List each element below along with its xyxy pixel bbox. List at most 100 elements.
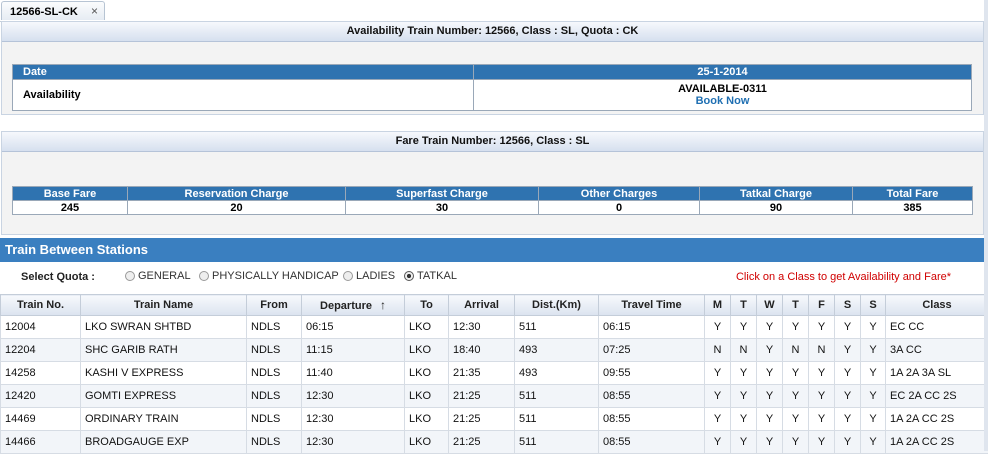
trains-table: Train No. Train Name From Departure↑ To … — [0, 294, 988, 454]
availability-label: Availability — [13, 80, 474, 111]
fare-value-other: 0 — [539, 201, 700, 215]
table-row: 12420GOMTI EXPRESSNDLS12:30LKO21:2551108… — [1, 385, 988, 408]
cell-departure: 12:30 — [302, 408, 405, 431]
cell-to: LKO — [405, 431, 449, 454]
availability-title: Availability Train Number: 12566, Class … — [2, 22, 983, 42]
cell-day-m: Y — [705, 362, 731, 385]
cell-train-no[interactable]: 14258 — [1, 362, 81, 385]
col-train-no[interactable]: Train No. — [1, 295, 81, 316]
cell-day-t: Y — [731, 362, 757, 385]
radio-icon[interactable] — [125, 271, 135, 281]
cell-travel-time: 08:55 — [599, 385, 705, 408]
tab-12566-sl-ck[interactable]: 12566-SL-CK × — [1, 1, 105, 20]
cell-day-m: Y — [705, 408, 731, 431]
cell-train-no[interactable]: 12004 — [1, 316, 81, 339]
cell-day-t2: Y — [783, 316, 809, 339]
col-train-name[interactable]: Train Name — [81, 295, 247, 316]
col-travel-time[interactable]: Travel Time — [599, 295, 705, 316]
fare-header-reservation: Reservation Charge — [128, 187, 346, 201]
cell-class[interactable]: 1A 2A CC 2S — [886, 431, 988, 454]
fare-value-tatkal: 90 — [700, 201, 853, 215]
col-departure-label: Departure — [320, 300, 372, 312]
cell-arrival: 21:25 — [449, 431, 515, 454]
col-from[interactable]: From — [247, 295, 302, 316]
close-icon[interactable]: × — [91, 4, 98, 18]
col-day-m: M — [705, 295, 731, 316]
cell-day-f: Y — [809, 362, 835, 385]
cell-day-m: Y — [705, 385, 731, 408]
cell-from: NDLS — [247, 316, 302, 339]
cell-train-no[interactable]: 12420 — [1, 385, 81, 408]
cell-day-s: Y — [835, 431, 861, 454]
cell-day-m: Y — [705, 316, 731, 339]
fare-value-total: 385 — [853, 201, 973, 215]
fare-header-base: Base Fare — [13, 187, 128, 201]
cell-departure: 11:40 — [302, 362, 405, 385]
cell-day-w: Y — [757, 339, 783, 362]
col-day-w: W — [757, 295, 783, 316]
quota-option-ladies[interactable]: LADIES — [343, 270, 395, 282]
cell-distance: 511 — [515, 316, 599, 339]
quota-selector: Select Quota : GENERAL PHYSICALLY HANDIC… — [0, 268, 984, 288]
col-day-t2: T — [783, 295, 809, 316]
cell-day-w: Y — [757, 385, 783, 408]
col-day-s: S — [835, 295, 861, 316]
cell-class[interactable]: 1A 2A CC 2S — [886, 408, 988, 431]
cell-from: NDLS — [247, 431, 302, 454]
cell-to: LKO — [405, 385, 449, 408]
fare-table: Base Fare Reservation Charge Superfast C… — [12, 186, 973, 215]
table-row: 12004LKO SWRAN SHTBDNDLS06:15LKO12:30511… — [1, 316, 988, 339]
cell-day-s: Y — [835, 408, 861, 431]
cell-day-w: Y — [757, 431, 783, 454]
cell-day-m: Y — [705, 431, 731, 454]
cell-day-s2: Y — [861, 385, 886, 408]
cell-arrival: 18:40 — [449, 339, 515, 362]
cell-day-s2: Y — [861, 362, 886, 385]
quota-option-general[interactable]: GENERAL — [125, 270, 191, 282]
quota-option-physically-handicap[interactable]: PHYSICALLY HANDICAP — [199, 270, 339, 282]
cell-class[interactable]: EC CC — [886, 316, 988, 339]
cell-class[interactable]: EC 2A CC 2S — [886, 385, 988, 408]
tab-strip: 12566-SL-CK × — [0, 0, 988, 22]
cell-train-no[interactable]: 14466 — [1, 431, 81, 454]
scrollbar[interactable] — [984, 0, 988, 451]
cell-to: LKO — [405, 408, 449, 431]
cell-travel-time: 06:15 — [599, 316, 705, 339]
table-row: 14469ORDINARY TRAINNDLS12:30LKO21:255110… — [1, 408, 988, 431]
cell-travel-time: 08:55 — [599, 408, 705, 431]
cell-class[interactable]: 1A 2A 3A SL — [886, 362, 988, 385]
book-now-link[interactable]: Book Now — [475, 95, 970, 107]
cell-day-f: Y — [809, 408, 835, 431]
col-distance[interactable]: Dist.(Km) — [515, 295, 599, 316]
sort-up-icon[interactable]: ↑ — [380, 298, 386, 312]
cell-day-t2: N — [783, 339, 809, 362]
availability-status: AVAILABLE-0311 — [475, 83, 970, 95]
col-arrival[interactable]: Arrival — [449, 295, 515, 316]
col-departure[interactable]: Departure ↑ — [302, 295, 405, 316]
col-to[interactable]: To — [405, 295, 449, 316]
fare-value-base: 245 — [13, 201, 128, 215]
cell-day-t: Y — [731, 316, 757, 339]
quota-label: Select Quota : — [21, 271, 95, 283]
radio-icon[interactable] — [199, 271, 209, 281]
cell-day-w: Y — [757, 408, 783, 431]
fare-header-superfast: Superfast Charge — [346, 187, 539, 201]
cell-day-s: Y — [835, 362, 861, 385]
radio-icon[interactable] — [343, 271, 353, 281]
cell-day-t2: Y — [783, 385, 809, 408]
cell-day-s2: Y — [861, 408, 886, 431]
cell-train-no[interactable]: 12204 — [1, 339, 81, 362]
radio-selected-icon[interactable] — [404, 271, 414, 281]
cell-class[interactable]: 3A CC — [886, 339, 988, 362]
fare-value-reservation: 20 — [128, 201, 346, 215]
cell-day-t: N — [731, 339, 757, 362]
cell-train-name: KASHI V EXPRESS — [81, 362, 247, 385]
cell-to: LKO — [405, 316, 449, 339]
cell-train-no[interactable]: 14469 — [1, 408, 81, 431]
cell-to: LKO — [405, 362, 449, 385]
col-day-s2: S — [861, 295, 886, 316]
quota-option-label: GENERAL — [138, 270, 191, 282]
cell-arrival: 21:25 — [449, 408, 515, 431]
quota-option-tatkal[interactable]: TATKAL — [404, 270, 457, 282]
cell-departure: 06:15 — [302, 316, 405, 339]
